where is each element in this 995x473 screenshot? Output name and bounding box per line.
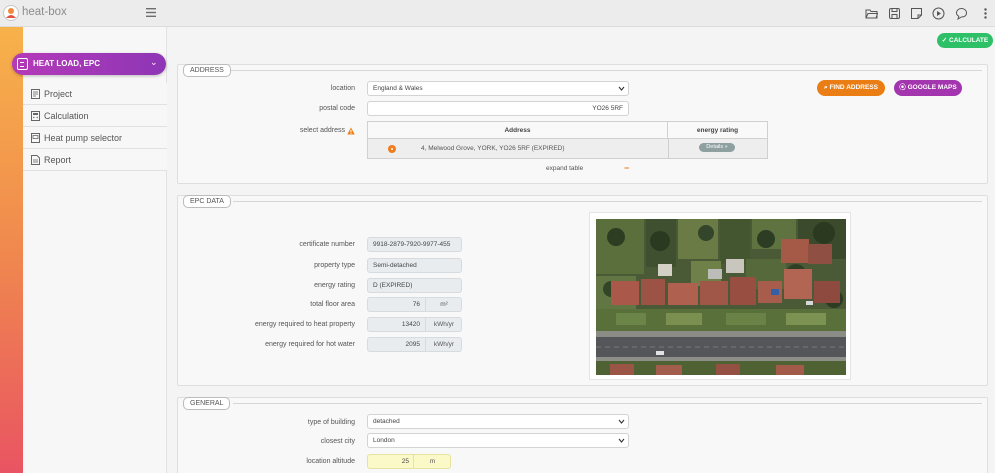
table-row[interactable]: 4, Melwood Grove, YORK, YO26 5RF (EXPIRE… (368, 139, 767, 158)
closest-city-value: London (373, 437, 395, 444)
find-address-button[interactable]: ⌕ FIND ADDRESS (817, 80, 885, 96)
sidebar-item-project[interactable]: Project (23, 83, 167, 105)
calculator-icon (31, 111, 40, 121)
location-value: England & Wales (373, 85, 423, 92)
save-icon[interactable] (888, 7, 901, 20)
section-divider (233, 201, 982, 202)
sidebar-item-report[interactable]: Report (23, 149, 167, 171)
property-type-field: Semi-detached (367, 258, 462, 273)
hot-water-energy-field: 2095 kWh/yr (367, 337, 462, 352)
chevron-down-icon: ⌄ (150, 57, 158, 67)
location-select[interactable]: England & Wales (367, 81, 629, 96)
play-icon[interactable] (932, 7, 945, 20)
details-button[interactable]: Details » (699, 143, 735, 152)
chat-icon[interactable] (955, 7, 968, 20)
google-maps-button[interactable]: ⦿ GOOGLE MAPS (894, 80, 962, 96)
sidebar-item-heat-pump-selector[interactable]: Heat pump selector (23, 127, 167, 149)
expand-table-label: expand table (546, 165, 584, 172)
chevron-down-icon (618, 438, 625, 443)
location-altitude-value: 25 (401, 458, 409, 465)
total-floor-area-label: total floor area (310, 301, 355, 308)
energy-rating-field: D (EXPIRED) (367, 278, 462, 293)
column-header-energy-rating: energy rating (668, 122, 767, 139)
heat-pump-icon (31, 133, 40, 143)
sidebar-item-label: Calculation (44, 111, 89, 121)
energy-rating-label: energy rating (314, 282, 355, 289)
column-header-address: Address (368, 122, 668, 139)
general-section-tab: GENERAL (183, 397, 231, 410)
document-icon (31, 89, 40, 99)
unit-label: kWh/yr (425, 317, 462, 332)
address-table: Address energy rating 4, Melwood Grove, … (367, 121, 768, 159)
section-divider (233, 403, 982, 404)
heat-box-logo-icon (3, 5, 19, 21)
calculate-button[interactable]: ✓ CALCULATE (937, 33, 993, 48)
chevron-down-icon (618, 86, 625, 91)
hot-water-energy-value: 2095 (405, 341, 420, 348)
postal-code-input[interactable]: YO26 5RF (367, 101, 629, 116)
collapse-icon[interactable]: − (624, 163, 629, 173)
more-vert-icon[interactable] (979, 7, 992, 20)
app-name: heat-box (22, 6, 67, 18)
sidebar-section-heat-load[interactable]: HEAT LOAD, EPC ⌄ (12, 53, 166, 75)
location-altitude-input[interactable]: 25 m (367, 454, 451, 469)
type-of-building-value: detached (373, 418, 400, 425)
address-radio[interactable] (388, 145, 396, 153)
unit-label: m² (425, 297, 462, 312)
satellite-map-illustration (596, 219, 846, 375)
closest-city-select[interactable]: London (367, 433, 629, 448)
address-cell: 4, Melwood Grove, YORK, YO26 5RF (EXPIRE… (421, 145, 565, 152)
folder-open-icon[interactable] (865, 7, 878, 20)
total-floor-area-value: 76 (412, 301, 420, 308)
certificate-number-field: 9918-2879-7920-9977-455 (367, 237, 462, 252)
total-floor-area-field: 76 m² (367, 297, 462, 312)
satellite-map-image (589, 212, 851, 380)
sidebar-item-label: Project (44, 89, 73, 99)
heat-energy-value: 13420 (401, 321, 420, 328)
sidebar-item-calculation[interactable]: Calculation (23, 105, 167, 127)
sidebar-accent-bar (0, 27, 23, 473)
sidebar-item-label: Heat pump selector (44, 133, 123, 143)
warning-icon (347, 127, 355, 135)
unit-label: kWh/yr (425, 337, 462, 352)
cell-divider (668, 139, 669, 158)
property-type-label: property type (314, 262, 355, 269)
epc-data-panel: EPC DATA (177, 195, 988, 386)
note-icon[interactable] (910, 7, 923, 20)
calculator-icon (17, 58, 28, 70)
postal-code-label: postal code (319, 105, 355, 112)
location-label: location (330, 85, 355, 92)
top-bar: heat-box (0, 0, 995, 27)
certificate-number-label: certificate number (299, 241, 355, 248)
type-of-building-select[interactable]: detached (367, 414, 629, 429)
closest-city-label: closest city (320, 438, 355, 445)
chevron-down-icon (618, 419, 625, 424)
epc-data-section-tab: EPC DATA (183, 195, 231, 208)
select-address-label: select address (299, 127, 345, 134)
unit-label: m (413, 454, 451, 469)
report-icon (31, 155, 40, 165)
hot-water-energy-label: energy required for hot water (265, 341, 355, 348)
sidebar-item-label: Report (44, 155, 72, 165)
heat-energy-label: energy required to heat property (254, 321, 355, 328)
heat-energy-field: 13420 kWh/yr (367, 317, 462, 332)
hamburger-menu-icon[interactable] (146, 7, 156, 18)
location-altitude-label: location altitude (306, 458, 355, 465)
type-of-building-label: type of building (307, 419, 355, 426)
address-section-tab: ADDRESS (183, 64, 231, 77)
section-divider (230, 70, 982, 71)
sidebar-section-label: HEAT LOAD, EPC (33, 59, 100, 68)
